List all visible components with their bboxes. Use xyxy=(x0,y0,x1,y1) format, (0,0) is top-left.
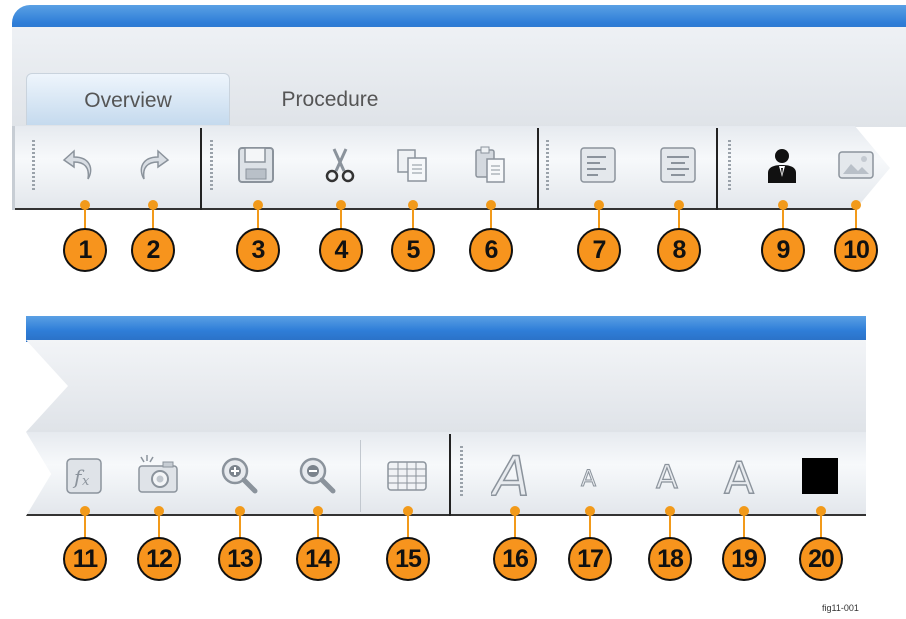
callout-20: 20 xyxy=(799,537,843,581)
user-icon[interactable] xyxy=(760,143,804,187)
toolbar-separator xyxy=(449,434,451,516)
callout-15: 15 xyxy=(386,537,430,581)
callout-12: 12 xyxy=(137,537,181,581)
toolbar-separator xyxy=(200,128,202,210)
callout-18: 18 xyxy=(648,537,692,581)
svg-text:A: A xyxy=(581,467,596,490)
callout-2: 2 xyxy=(131,228,175,272)
bottom-title-bar xyxy=(26,316,866,342)
callout-13: 13 xyxy=(218,537,262,581)
paste-icon[interactable] xyxy=(468,143,512,187)
font-small-icon[interactable]: A xyxy=(574,462,604,492)
toolbar-grip xyxy=(32,140,35,192)
toolbar-top-edge xyxy=(12,126,15,210)
callout-8: 8 xyxy=(657,228,701,272)
callout-4: 4 xyxy=(319,228,363,272)
cut-icon[interactable] xyxy=(318,143,362,187)
callout-9: 9 xyxy=(761,228,805,272)
toolbar-grip xyxy=(728,140,731,192)
zoom-in-icon[interactable] xyxy=(216,452,262,498)
callout-5: 5 xyxy=(391,228,435,272)
save-icon[interactable] xyxy=(234,143,278,187)
zoom-out-icon[interactable] xyxy=(294,452,340,498)
camera-icon[interactable] xyxy=(134,452,182,498)
callout-11: 11 xyxy=(63,537,107,581)
callout-19: 19 xyxy=(722,537,766,581)
bottom-ribbon-background xyxy=(26,340,866,432)
callout-1: 1 xyxy=(63,228,107,272)
callout-7: 7 xyxy=(577,228,621,272)
font-large-icon[interactable]: A xyxy=(720,450,766,500)
tab-procedure[interactable]: Procedure xyxy=(250,80,410,120)
callout-16: 16 xyxy=(493,537,537,581)
picture-icon[interactable] xyxy=(834,143,878,187)
color-swatch-icon[interactable] xyxy=(800,456,840,496)
figure-label: fig11-001 xyxy=(822,603,859,613)
toolbar-grip xyxy=(210,140,213,192)
copy-icon[interactable] xyxy=(390,143,434,187)
svg-text:A: A xyxy=(724,453,754,499)
table-icon[interactable] xyxy=(384,454,430,498)
callout-14: 14 xyxy=(296,537,340,581)
align-center-icon[interactable] xyxy=(656,143,700,187)
font-medium-icon[interactable]: A xyxy=(650,455,688,495)
callout-10: 10 xyxy=(834,228,878,272)
function-icon[interactable]: fx xyxy=(62,454,106,498)
toolbar-grip xyxy=(460,446,463,498)
callout-3: 3 xyxy=(236,228,280,272)
svg-text:x: x xyxy=(82,474,90,489)
callout-6: 6 xyxy=(469,228,513,272)
toolbar-separator-light xyxy=(360,440,361,512)
align-left-icon[interactable] xyxy=(576,143,620,187)
redo-icon[interactable] xyxy=(130,143,174,187)
toolbar-grip xyxy=(546,140,549,192)
font-italic-icon[interactable]: A xyxy=(490,446,538,502)
svg-text:A: A xyxy=(491,447,530,501)
toolbar-separator xyxy=(716,128,718,210)
svg-text:A: A xyxy=(656,458,678,494)
tab-overview[interactable]: Overview xyxy=(26,73,230,125)
toolbar-separator xyxy=(537,128,539,210)
undo-icon[interactable] xyxy=(58,143,102,187)
callout-17: 17 xyxy=(568,537,612,581)
